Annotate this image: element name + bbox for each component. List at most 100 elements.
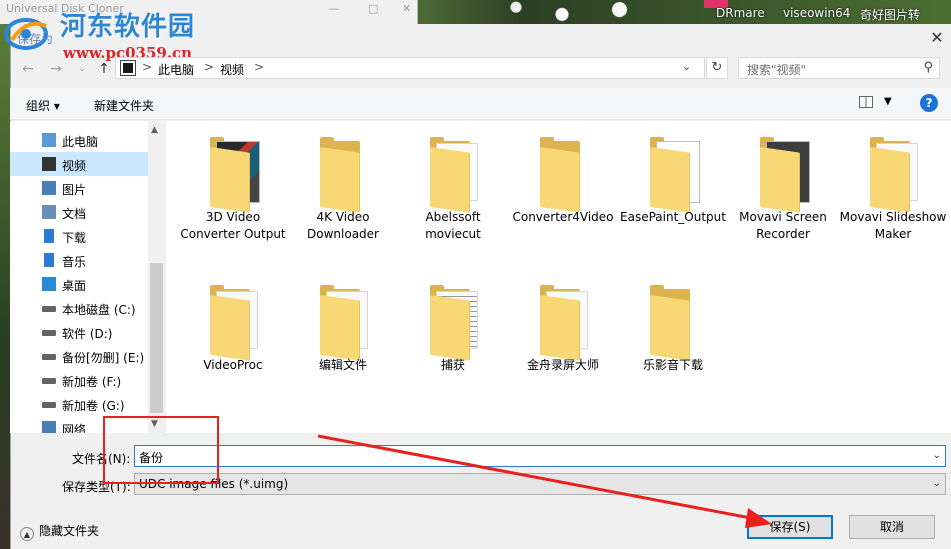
folder-label: VideoProc [203, 358, 263, 372]
folder-item[interactable]: 3D Video Converter Output [178, 123, 288, 263]
sidebar-item-label: 备份[勿删] (E:) [62, 351, 145, 365]
maximize-icon[interactable]: □ [368, 2, 378, 15]
save-button[interactable]: 保存(S) [747, 515, 833, 539]
address-bar[interactable]: > 此电脑 > 视频 > [115, 57, 705, 79]
sidebar-item[interactable]: 图片 [10, 176, 148, 200]
folder-item[interactable]: 4K Video Downloader [288, 123, 398, 263]
breadcrumb-this-pc[interactable]: 此电脑 [158, 61, 194, 78]
folder-icon [320, 285, 378, 361]
video-folder-icon [120, 60, 136, 76]
sidebar-item-label: 软件 (D:) [62, 327, 113, 341]
search-placeholder: 搜索"视频" [747, 63, 807, 77]
folder-label: 乐影音下载 [642, 358, 703, 372]
dialog-close-icon[interactable]: ✕ [927, 30, 947, 46]
folder-item[interactable]: Converter4Video [508, 123, 618, 263]
sidebar-item[interactable]: 本地磁盘 (C:) [10, 296, 148, 320]
folder-icon [540, 137, 598, 213]
sidebar-item[interactable]: 此电脑 [10, 128, 148, 152]
sidebar-item[interactable]: 音乐 [10, 248, 148, 272]
sidebar-item-label: 图片 [62, 183, 87, 197]
filetype-dropdown-icon[interactable]: ⌄ [933, 478, 941, 489]
folder-item[interactable]: 乐影音下载 [618, 271, 728, 411]
cancel-button[interactable]: 取消 [849, 515, 935, 539]
navigation-pane: 此电脑 视频图片文档下载 音乐 桌面本地磁盘 (C:) 软件 (D:) 备份[勿删] (E… [10, 121, 165, 433]
back-button[interactable]: ← [18, 60, 38, 78]
nav-scrollbar[interactable]: ▲ ▼ [148, 121, 165, 433]
change-view-icon[interactable] [859, 96, 873, 108]
folder-label: Abelssoft moviecut [425, 210, 481, 241]
breadcrumb-videos[interactable]: 视频 [220, 61, 244, 78]
folder-label: 3D Video Converter Output [180, 210, 286, 241]
sidebar-item[interactable]: 新加卷 (F:) [10, 368, 148, 392]
sidebar-item[interactable]: 文档 [10, 200, 148, 224]
sidebar-item[interactable]: 备份[勿删] (E:) [10, 344, 148, 368]
forward-button[interactable]: → [46, 60, 66, 78]
up-button[interactable]: ↑ [94, 60, 114, 78]
video-icon [42, 157, 56, 171]
folder-item[interactable]: 编辑文件 [288, 271, 398, 411]
folder-icon [760, 137, 818, 213]
scroll-up-icon[interactable]: ▲ [151, 125, 158, 135]
sidebar-item[interactable]: 桌面 [10, 272, 148, 296]
computer-icon [42, 133, 56, 147]
folder-item[interactable]: Movavi Screen Recorder [728, 123, 838, 263]
folder-item[interactable]: EasePaint_Output [618, 123, 728, 263]
minimize-icon[interactable]: — [328, 2, 339, 15]
watermark-site-name: 河东软件园 [60, 12, 196, 42]
nav-scroll-thumb[interactable] [150, 263, 163, 413]
address-dropdown-icon[interactable]: ⌄ [682, 60, 691, 73]
sidebar-item[interactable]: 下载 [10, 224, 148, 248]
drive-icon [42, 402, 56, 408]
sidebar-item-label: 新加卷 (F:) [62, 375, 122, 389]
desktop-label-image-converter[interactable]: 奇好图片转 [860, 6, 920, 23]
folder-label: Movavi Slideshow Maker [839, 210, 947, 241]
hide-folders-toggle[interactable]: ▲ 隐藏文件夹 [20, 522, 99, 541]
search-input[interactable]: 搜索"视频" ⚲ [738, 57, 940, 79]
view-options-dropdown-icon[interactable]: ▼ [884, 96, 892, 107]
folder-item[interactable]: 金舟录屏大师 [508, 271, 618, 411]
folder-icon [320, 137, 378, 213]
help-icon[interactable]: ? [920, 94, 938, 112]
folder-icon [650, 137, 708, 213]
folder-icon [650, 285, 708, 361]
watermark-logo-icon [4, 18, 48, 50]
close-icon[interactable]: ✕ [402, 2, 411, 15]
folder-item[interactable]: Movavi Slideshow Maker [838, 123, 948, 263]
documents-icon [42, 205, 56, 219]
sidebar-item-label: 文档 [62, 207, 87, 221]
folder-label: 编辑文件 [318, 358, 367, 372]
folder-label: 金舟录屏大师 [526, 358, 599, 372]
folder-item[interactable]: Abelssoft moviecut [398, 123, 508, 263]
desktop-label-drmare[interactable]: DRmare [716, 6, 765, 20]
organize-button[interactable]: 组织 ▾ [26, 97, 60, 114]
sidebar-item[interactable]: 软件 (D:) [10, 320, 148, 344]
folder-item[interactable]: 捕获 [398, 271, 508, 411]
refresh-button[interactable]: ↻ [706, 57, 728, 79]
folder-icon [430, 137, 488, 213]
sidebar-item-label: 网络 [62, 423, 87, 433]
file-list: 3D Video Converter Output 4K Video Downlo… [166, 121, 951, 433]
folder-label: Converter4Video [512, 210, 614, 224]
folder-icon [430, 285, 488, 361]
folder-icon [210, 137, 268, 213]
filename-dropdown-icon[interactable]: ⌄ [933, 450, 941, 461]
folder-label: 捕获 [440, 358, 465, 372]
annotation-highlight-box [103, 416, 219, 484]
desktop-label-viseowin[interactable]: viseowin64 [783, 6, 850, 20]
download-icon [44, 229, 54, 243]
sidebar-item-label: 本地磁盘 (C:) [62, 303, 136, 317]
filetype-select[interactable]: UDC image files (*.uimg) ⌄ [134, 473, 946, 495]
new-folder-button[interactable]: 新建文件夹 [94, 97, 154, 114]
filename-input[interactable]: 备份 ⌄ [134, 445, 946, 467]
breadcrumb-separator[interactable]: > [204, 60, 214, 74]
folder-label: Movavi Screen Recorder [739, 210, 827, 241]
folder-label: EasePaint_Output [620, 210, 726, 224]
pictures-icon [42, 181, 56, 195]
search-icon[interactable]: ⚲ [923, 60, 933, 75]
breadcrumb-separator[interactable]: > [142, 60, 152, 74]
sidebar-item[interactable]: 新加卷 (G:) [10, 392, 148, 416]
folder-item[interactable]: VideoProc [178, 271, 288, 411]
sidebar-item[interactable]: 视频 [10, 152, 148, 176]
recent-locations-chevron-icon[interactable]: ⌄ [72, 60, 92, 78]
breadcrumb-separator[interactable]: > [254, 60, 264, 74]
